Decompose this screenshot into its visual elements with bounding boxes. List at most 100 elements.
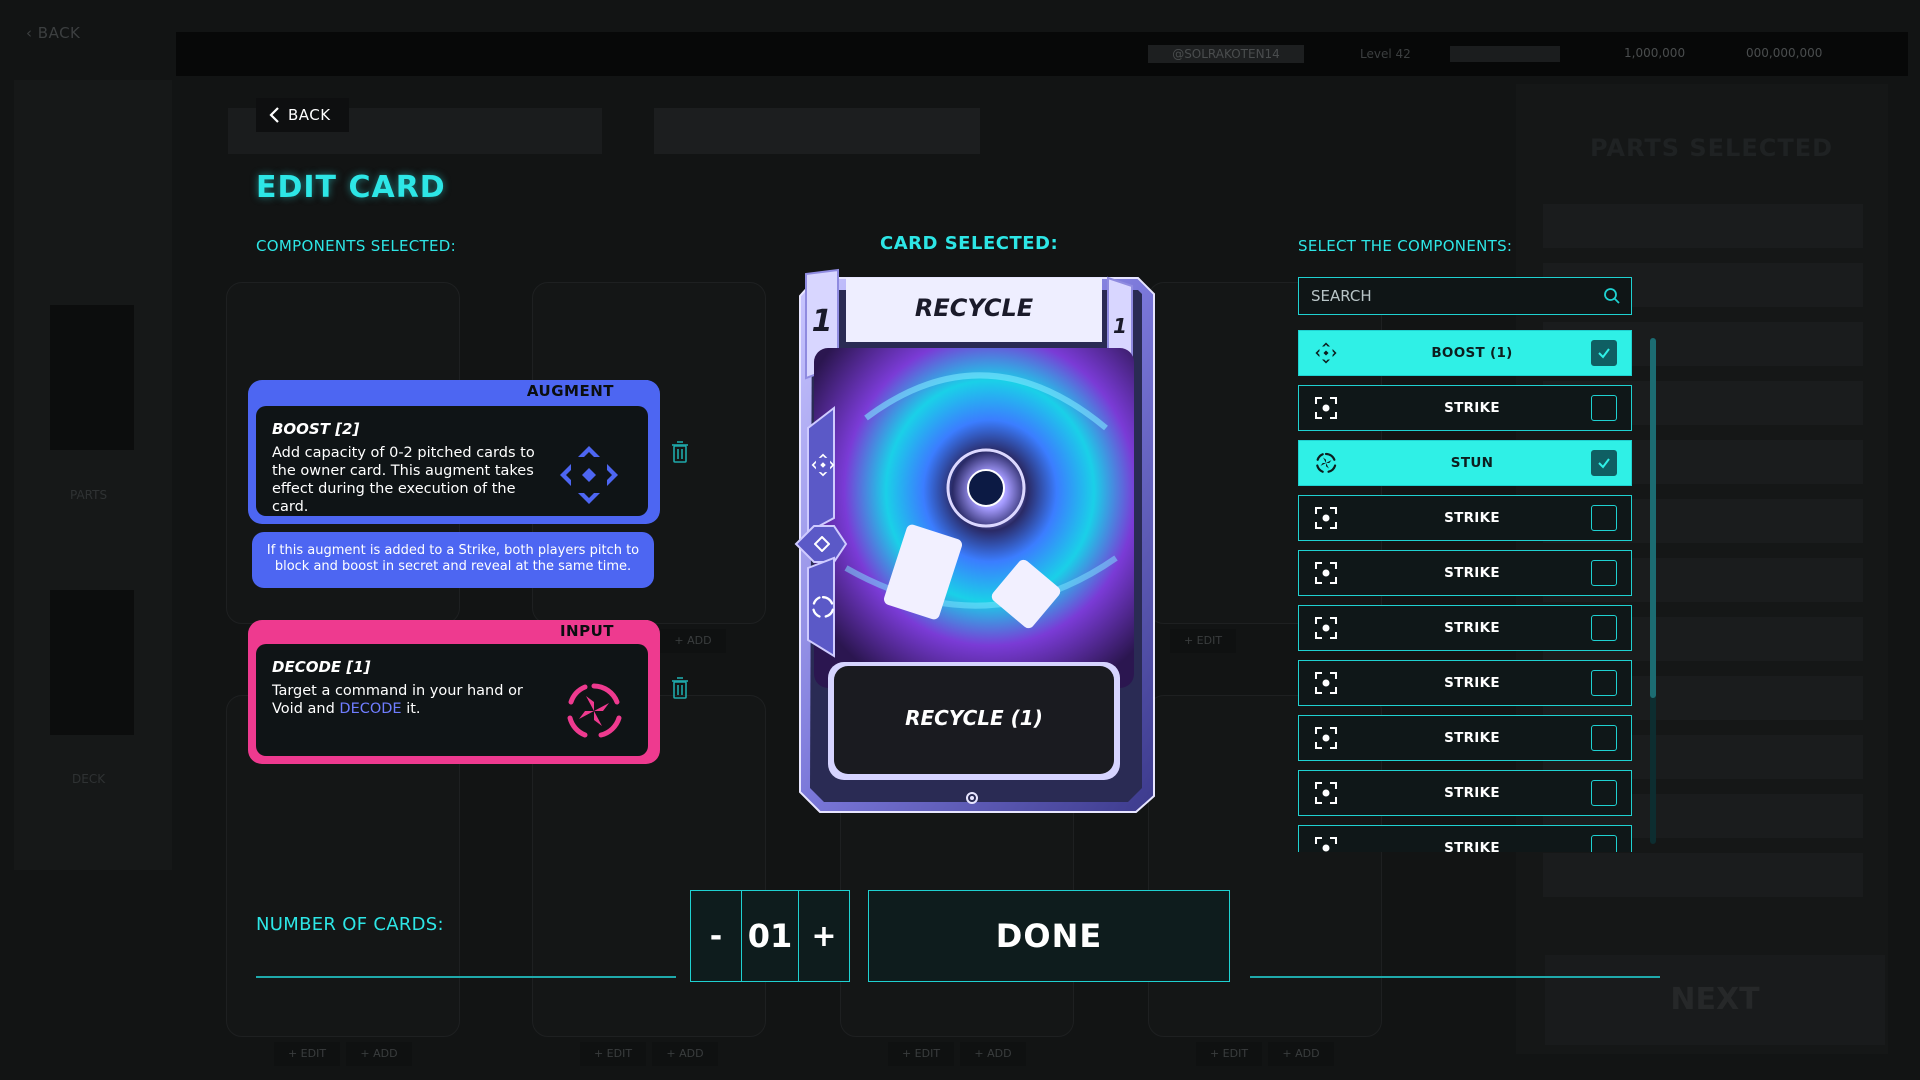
component-name: BOOST [2] — [272, 420, 360, 438]
search-input[interactable] — [1309, 286, 1603, 306]
boost-icon — [1299, 341, 1353, 365]
background-parts-selected-title: PARTS SELECTED — [1590, 134, 1834, 162]
component-list-row[interactable]: BOOST (1) — [1298, 330, 1632, 376]
background-back-link: ‹ BACK — [26, 24, 81, 42]
background-parts-label: PARTS — [70, 488, 108, 502]
background-currency-2: 000,000,000 — [1746, 46, 1823, 60]
component-list-row[interactable]: STRIKE — [1298, 770, 1632, 816]
component-checkbox[interactable] — [1591, 725, 1617, 751]
background-edit-button: + EDIT — [888, 1042, 954, 1066]
search-field[interactable] — [1298, 277, 1632, 315]
list-scrollbar-thumb[interactable] — [1650, 338, 1656, 698]
component-card-body: DECODE [1] Target a command in your hand… — [256, 644, 648, 756]
background-parts-tile — [50, 305, 134, 450]
component-list-row[interactable]: STRIKE — [1298, 550, 1632, 596]
decor-line — [256, 976, 676, 978]
card-frame — [794, 268, 1155, 813]
components-selected-label: COMPONENTS SELECTED: — [256, 237, 456, 255]
component-list-row-label: BOOST (1) — [1431, 345, 1513, 361]
selected-card: RECYCLE 1 1 RECYCLE (1) — [786, 268, 1156, 816]
strike-icon — [1299, 506, 1353, 530]
component-list-row-label: STRIKE — [1444, 510, 1500, 526]
background-edit-button: + EDIT — [1196, 1042, 1262, 1066]
background-add-button: + ADD — [1268, 1042, 1334, 1066]
decor-line — [1250, 976, 1660, 978]
decrement-button[interactable]: - — [690, 890, 742, 982]
component-card-body: BOOST [2] Add capacity of 0-2 pitched ca… — [256, 406, 648, 516]
background-deck-tile — [50, 590, 134, 735]
card-effect-text: RECYCLE (1) — [905, 706, 1043, 730]
stun-icon — [812, 595, 835, 618]
component-type-tag: AUGMENT — [492, 380, 648, 402]
search-icon[interactable] — [1603, 287, 1621, 305]
strike-icon — [1299, 726, 1353, 750]
component-list-row-label: STRIKE — [1444, 785, 1500, 801]
component-list-row-label: STRIKE — [1444, 675, 1500, 691]
component-checkbox[interactable] — [1591, 615, 1617, 641]
component-card-augment[interactable]: AUGMENT BOOST [2] Add capacity of 0-2 pi… — [248, 380, 660, 524]
background-edit-button: + EDIT — [580, 1042, 646, 1066]
component-list-row-label: STRIKE — [1444, 620, 1500, 636]
done-button[interactable]: DONE — [868, 890, 1230, 982]
background-currency-1: 1,000,000 — [1624, 46, 1686, 60]
component-card-input[interactable]: INPUT DECODE [1] Target a command in you… — [248, 620, 660, 764]
background-next-button: NEXT — [1545, 955, 1885, 1045]
stun-icon — [567, 683, 622, 738]
component-checkbox[interactable] — [1591, 780, 1617, 806]
card-selected-label: CARD SELECTED: — [880, 233, 1059, 254]
background-left-panel — [14, 80, 172, 870]
quantity-stepper[interactable]: - 01 + — [690, 890, 850, 982]
component-checkbox[interactable] — [1591, 505, 1617, 531]
component-list-row[interactable]: STRIKE — [1298, 385, 1632, 431]
component-type-tag: INPUT — [525, 620, 648, 642]
checkmark-icon — [1598, 348, 1610, 359]
background-part-row — [1543, 204, 1863, 248]
component-checkbox[interactable] — [1591, 450, 1617, 476]
trash-icon[interactable] — [670, 676, 690, 700]
number-of-cards-label: NUMBER OF CARDS: — [256, 914, 444, 935]
component-list-row[interactable]: STRIKE — [1298, 715, 1632, 761]
background-add-button: + ADD — [652, 1042, 718, 1066]
component-checkbox[interactable] — [1591, 340, 1617, 366]
background-part-row — [1543, 853, 1863, 897]
strike-icon — [1299, 671, 1353, 695]
component-checkbox[interactable] — [1591, 670, 1617, 696]
card-cost-right: 1 — [1113, 314, 1127, 338]
background-edit-button: + EDIT — [274, 1042, 340, 1066]
boost-icon — [811, 453, 835, 477]
checkmark-icon — [1598, 458, 1610, 469]
component-list-row[interactable]: STRIKE — [1298, 660, 1632, 706]
component-checkbox[interactable] — [1591, 835, 1617, 852]
component-description: Target a command in your hand or Void an… — [272, 683, 523, 717]
strike-icon — [1299, 781, 1353, 805]
card-name: RECYCLE — [914, 294, 1034, 322]
quantity-value: 01 — [742, 890, 798, 982]
component-checkbox[interactable] — [1591, 560, 1617, 586]
background-level: Level 42 — [1360, 47, 1411, 61]
background-level-bar — [1450, 46, 1560, 62]
chevron-left-icon — [269, 107, 279, 123]
stun-icon — [1299, 451, 1353, 475]
component-list-row-label: STRIKE — [1444, 730, 1500, 746]
trash-icon[interactable] — [670, 440, 690, 464]
component-list[interactable]: BOOST (1) STRIKE STUN STRIKE STRIKE STRIKE STR… — [1298, 330, 1638, 852]
component-list-row-label: STRIKE — [1444, 565, 1500, 581]
increment-button[interactable]: + — [798, 890, 850, 982]
background-deck-label: DECK — [72, 772, 106, 786]
page-title: EDIT CARD — [256, 170, 446, 205]
component-note: If this augment is added to a Strike, bo… — [252, 532, 654, 588]
background-add-button: + ADD — [960, 1042, 1026, 1066]
strike-icon — [1299, 396, 1353, 420]
decode-keyword: DECODE — [339, 701, 402, 717]
back-button[interactable]: BACK — [256, 98, 349, 132]
component-list-row[interactable]: STRIKE — [1298, 825, 1632, 852]
component-list-row[interactable]: STRIKE — [1298, 605, 1632, 651]
background-username: @SOLRAKOTEN14 — [1148, 45, 1304, 63]
component-description: Add capacity of 0-2 pitched cards to the… — [272, 445, 535, 515]
component-list-row-label: STRIKE — [1444, 840, 1500, 852]
component-list-row-label: STUN — [1450, 455, 1494, 471]
component-list-row[interactable]: STUN — [1298, 440, 1632, 486]
component-checkbox[interactable] — [1591, 395, 1617, 421]
strike-icon — [1299, 836, 1353, 852]
component-list-row[interactable]: STRIKE — [1298, 495, 1632, 541]
